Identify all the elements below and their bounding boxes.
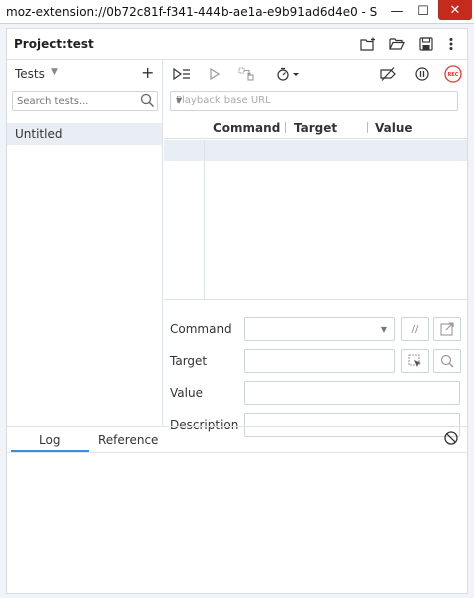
- value-label: Value: [170, 386, 203, 400]
- chevron-down-icon: ▼: [176, 96, 183, 105]
- target-row: Target: [164, 349, 467, 373]
- project-label: Project:: [14, 37, 67, 51]
- command-label: Command: [170, 322, 232, 336]
- speed-icon[interactable]: [274, 64, 302, 84]
- clear-log-icon[interactable]: [444, 431, 458, 448]
- tests-header: Tests ▼ +: [7, 61, 162, 87]
- open-reference-icon[interactable]: [433, 317, 461, 341]
- table-gutter-divider: [204, 140, 205, 300]
- commands-table-header: Command Target Value: [164, 117, 467, 139]
- open-project-icon[interactable]: [387, 34, 407, 54]
- chevron-down-icon: ▼: [380, 325, 387, 334]
- commands-table-body: [164, 140, 467, 300]
- column-separator: [367, 122, 368, 133]
- bottom-panel: Log Reference: [7, 426, 467, 594]
- command-input[interactable]: ▼: [244, 317, 395, 341]
- value-input[interactable]: [244, 381, 460, 405]
- command-row: Command ▼ //: [164, 317, 467, 341]
- new-project-icon[interactable]: [358, 34, 378, 54]
- value-row: Value: [164, 381, 467, 405]
- test-item-label: Untitled: [15, 127, 63, 141]
- search-icon: [140, 93, 155, 111]
- selenium-ide-app: Project: test Tests ▼ + Search tests... …: [6, 28, 468, 594]
- target-label: Target: [170, 354, 208, 368]
- record-icon[interactable]: REC: [442, 63, 464, 85]
- close-button[interactable]: ✕: [438, 0, 472, 20]
- search-tests-input[interactable]: [13, 92, 133, 110]
- playback-base-url-select[interactable]: Playback base URL ▼: [170, 91, 458, 111]
- column-value: Value: [375, 121, 413, 135]
- disable-breakpoints-icon[interactable]: [378, 64, 398, 84]
- toggle-comment-button[interactable]: //: [401, 317, 429, 341]
- test-item-untitled[interactable]: Untitled: [7, 123, 162, 145]
- step-over-icon[interactable]: [236, 64, 256, 84]
- bottom-tabs: Log Reference: [7, 427, 467, 453]
- column-command: Command: [213, 121, 281, 135]
- editor-toolbar: REC: [164, 61, 467, 87]
- tab-log[interactable]: Log: [39, 433, 60, 447]
- minimize-button[interactable]: —: [384, 0, 410, 22]
- window-titlebar: moz-extension://0b72c81f-f341-444b-ae1a-…: [0, 0, 474, 24]
- browser-window: moz-extension://0b72c81f-f341-444b-ae1a-…: [0, 0, 474, 598]
- tab-reference[interactable]: Reference: [98, 433, 158, 447]
- project-header: Project: test: [7, 29, 467, 60]
- column-separator: [285, 122, 286, 133]
- save-project-icon[interactable]: [416, 34, 436, 54]
- active-tab-indicator: [11, 450, 89, 452]
- add-test-button[interactable]: +: [141, 63, 154, 82]
- find-target-icon[interactable]: [433, 349, 461, 373]
- chevron-down-icon[interactable]: ▼: [51, 67, 58, 77]
- window-title: moz-extension://0b72c81f-f341-444b-ae1a-…: [6, 5, 378, 19]
- record-label: REC: [448, 72, 459, 78]
- search-tests-box: [12, 91, 158, 111]
- column-target: Target: [294, 121, 338, 135]
- tests-dropdown-label[interactable]: Tests: [15, 67, 45, 81]
- select-target-icon[interactable]: [401, 349, 429, 373]
- run-current-test-icon[interactable]: [205, 64, 225, 84]
- target-input[interactable]: [244, 349, 395, 373]
- pause-on-exceptions-icon[interactable]: [412, 64, 432, 84]
- test-editor: REC Playback base URL ▼ Command Target V…: [164, 61, 467, 437]
- maximize-button[interactable]: ☐: [410, 0, 436, 22]
- project-name[interactable]: test: [67, 37, 94, 51]
- tests-sidebar: Tests ▼ + Untitled: [7, 61, 163, 425]
- run-all-tests-icon[interactable]: [172, 64, 192, 84]
- table-row[interactable]: [164, 140, 467, 161]
- more-options-icon[interactable]: [441, 34, 461, 54]
